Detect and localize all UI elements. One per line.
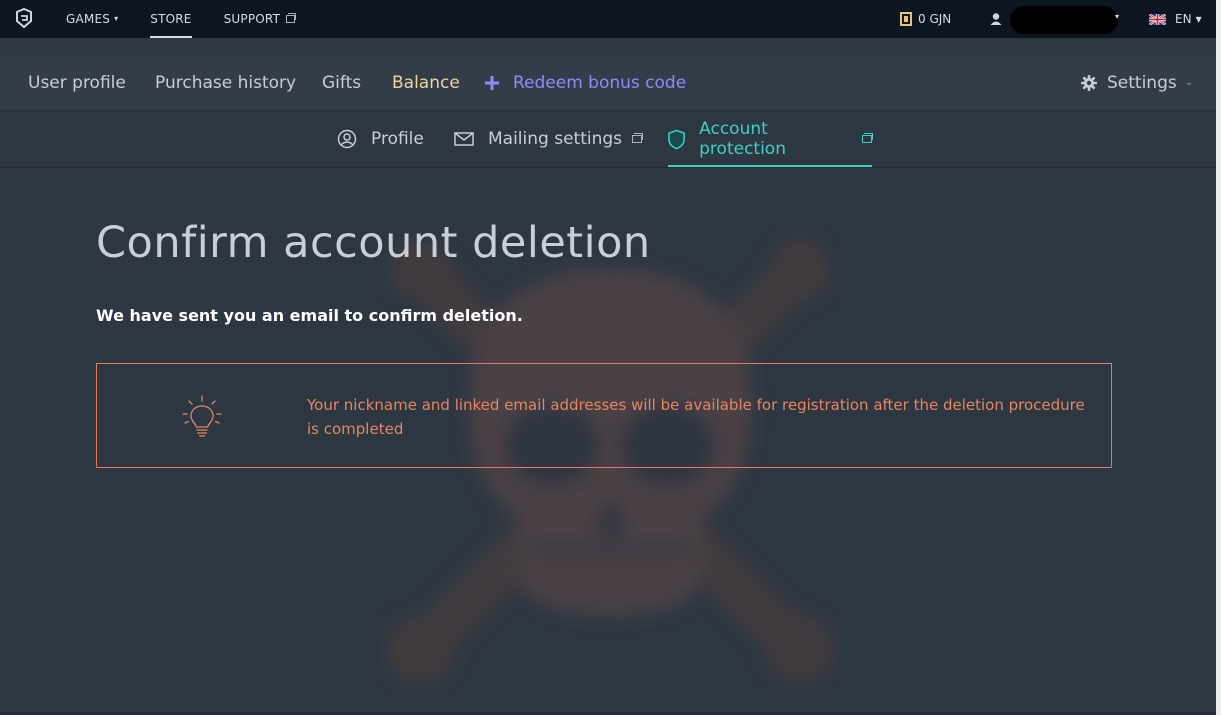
coin-icon <box>900 12 912 26</box>
confirmation-message: We have sent you an email to confirm del… <box>96 306 523 325</box>
top-nav: GAMES ▾ STORE SUPPORT <box>66 0 327 38</box>
top-bar: GAMES ▾ STORE SUPPORT 0 GJN ▾ EN ▾ <box>0 0 1216 38</box>
tab-protection-label: Account protection <box>699 119 786 159</box>
external-link-icon <box>862 133 873 143</box>
nav-support[interactable]: SUPPORT <box>223 0 297 38</box>
lightbulb-icon <box>182 395 222 437</box>
nav-gifts[interactable]: Gifts <box>322 56 361 110</box>
user-icon <box>990 13 1002 25</box>
external-link-icon <box>286 13 297 23</box>
shield-icon <box>668 129 685 149</box>
nav-purchase-history[interactable]: Purchase history <box>155 56 296 110</box>
account-nav: User profile Purchase history Gifts Bala… <box>0 56 1216 111</box>
nav-balance[interactable]: Balance <box>392 56 460 110</box>
chevron-down-icon: ▾ <box>1195 12 1202 26</box>
settings-label: Settings <box>1107 73 1177 93</box>
nav-user-profile[interactable]: User profile <box>28 56 126 110</box>
redacted-username <box>1010 6 1118 34</box>
nav-store-label: STORE <box>150 12 192 26</box>
chevron-down-icon: ▾ <box>114 14 119 23</box>
balance-value: 0 GJN <box>918 12 952 26</box>
tab-profile-label: Profile <box>371 129 424 149</box>
window-edge <box>1216 0 1221 715</box>
tab-profile[interactable]: Profile <box>337 111 424 167</box>
mail-icon <box>454 132 474 146</box>
user-chevron-down-icon[interactable]: ▾ <box>1115 12 1119 21</box>
uk-flag-icon <box>1149 13 1166 25</box>
profile-icon <box>337 129 357 149</box>
plus-icon <box>485 76 499 90</box>
settings-tabs: Profile Mailing settings Account protect… <box>0 111 1216 168</box>
info-notice: Your nickname and linked email addresses… <box>96 363 1112 468</box>
redeem-label: Redeem bonus code <box>513 73 687 93</box>
gjn-balance[interactable]: 0 GJN <box>900 0 951 38</box>
tab-account-protection[interactable]: Account protection <box>668 111 873 167</box>
language-selector[interactable]: EN ▾ <box>1149 0 1202 38</box>
gear-icon <box>1081 75 1097 91</box>
external-link-icon <box>632 133 644 143</box>
nav-support-label: SUPPORT <box>223 12 281 26</box>
nav-games-label: GAMES <box>66 12 111 26</box>
page-title: Confirm account deletion <box>96 218 651 268</box>
user-menu[interactable] <box>989 0 1003 38</box>
chevron-down-icon: ⌄ <box>1184 77 1194 88</box>
settings-menu[interactable]: Settings ⌄ <box>1081 56 1193 110</box>
redeem-bonus-code-link[interactable]: Redeem bonus code <box>485 56 686 110</box>
app-logo-icon[interactable] <box>14 7 34 29</box>
tab-mailing-label: Mailing settings <box>488 129 623 149</box>
language-label: EN <box>1175 12 1192 26</box>
nav-games[interactable]: GAMES ▾ <box>66 0 118 38</box>
tab-mailing-settings[interactable]: Mailing settings <box>454 111 644 167</box>
notice-text: Your nickname and linked email addresses… <box>307 396 1085 438</box>
nav-store[interactable]: STORE <box>150 0 192 38</box>
